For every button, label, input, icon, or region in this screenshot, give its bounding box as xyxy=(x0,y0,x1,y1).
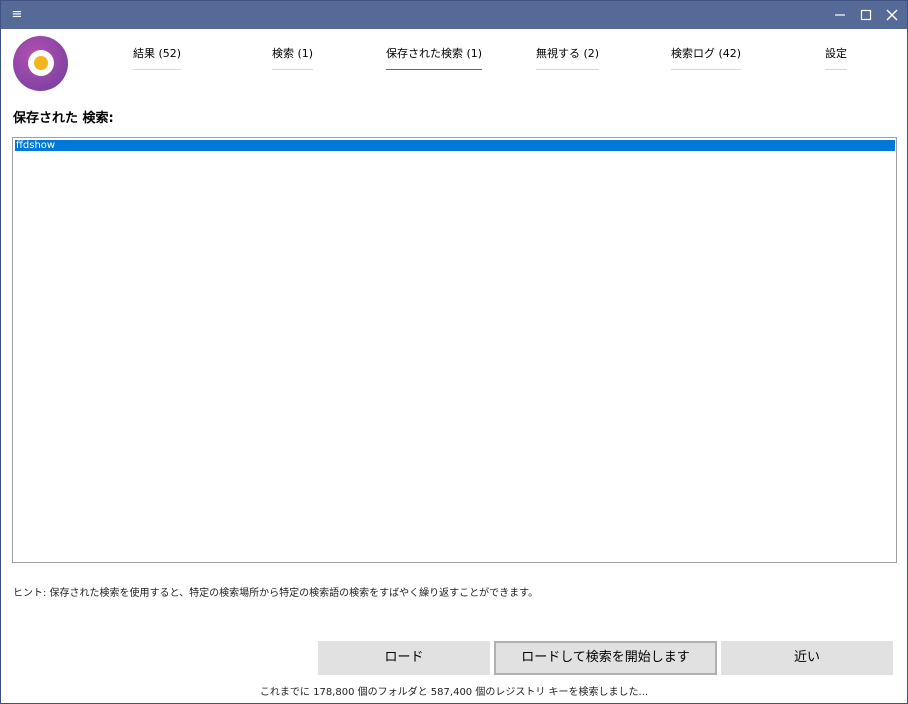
saved-searches-list[interactable]: ffdshow xyxy=(12,137,897,563)
tab-search-log[interactable]: 検索ログ (42) xyxy=(671,47,742,70)
close-button[interactable]: 近い xyxy=(721,641,893,675)
tab-search[interactable]: 検索 (1) xyxy=(272,47,314,70)
hint-text: ヒント: 保存された検索を使用すると、特定の検索場所から特定の検索語の検索をすば… xyxy=(13,588,539,599)
minimize-icon[interactable] xyxy=(828,4,852,26)
tab-settings[interactable]: 設定 xyxy=(825,47,847,70)
app-window: ≡ 結果 (52) 検索 (1) 保存された検索 (1) 無視する (2) 検索… xyxy=(0,0,908,704)
tab-results[interactable]: 結果 (52) xyxy=(133,47,182,70)
list-item[interactable]: ffdshow xyxy=(15,140,895,151)
status-bar: これまでに 178,800 個のフォルダと 587,400 個のレジストリ キー… xyxy=(259,687,649,698)
menu-icon[interactable]: ≡ xyxy=(9,7,25,23)
saved-searches-title: 保存された 検索: xyxy=(13,111,114,126)
title-bar: ≡ xyxy=(1,1,907,29)
load-button[interactable]: ロード xyxy=(318,641,490,675)
app-logo xyxy=(13,36,68,91)
tab-ignore[interactable]: 無視する (2) xyxy=(536,47,600,70)
close-icon[interactable] xyxy=(880,4,904,26)
tab-saved-searches[interactable]: 保存された検索 (1) xyxy=(386,47,483,70)
maximize-icon[interactable] xyxy=(854,4,878,26)
load-and-search-button[interactable]: ロードして検索を開始します xyxy=(494,641,717,675)
